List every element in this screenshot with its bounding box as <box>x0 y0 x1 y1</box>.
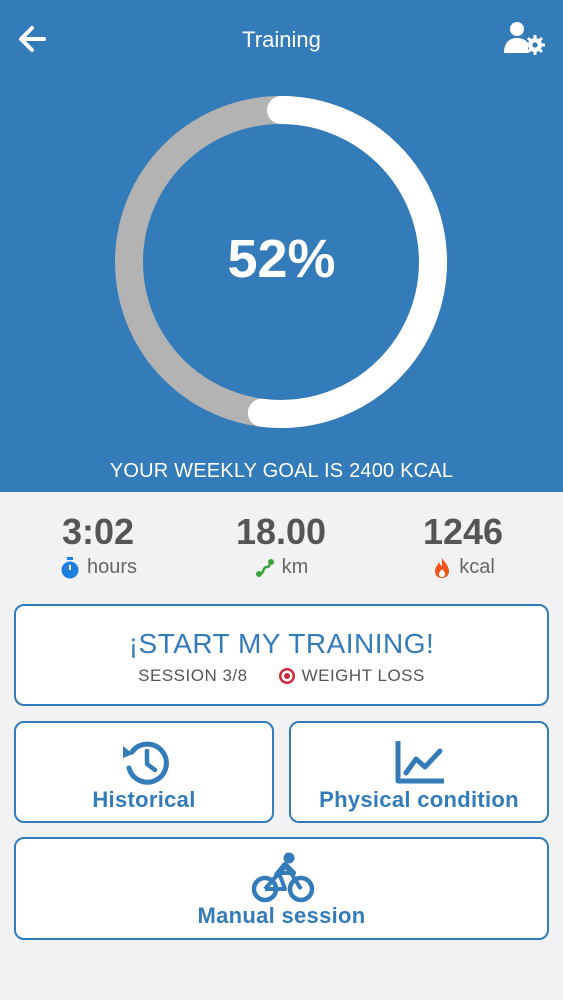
stat-distance-unit: km <box>281 556 309 578</box>
historical-label: Historical <box>92 787 196 812</box>
physical-condition-label: Physical condition <box>319 787 519 812</box>
stat-distance-value: 18.00 <box>235 511 327 552</box>
physical-condition-button[interactable]: Physical condition <box>289 721 549 823</box>
cyclist-icon <box>251 852 315 903</box>
line-chart-icon <box>395 741 444 784</box>
stat-hours-value: 3:02 <box>61 511 135 552</box>
stat-hours: 3:02 hours <box>8 510 188 579</box>
page-title: Training <box>242 27 321 52</box>
stat-hours-unit: hours <box>86 556 138 578</box>
progress-percent: 52% <box>227 229 336 289</box>
training-goal: WEIGHT LOSS <box>301 666 425 685</box>
header-panel: Training 52% YOUR WEEKLY GOAL IS 2400 KC… <box>0 0 563 492</box>
start-training-button[interactable]: ¡START MY TRAINING! SESSION 3/8 WEIGHT L… <box>14 604 549 706</box>
session-counter: SESSION 3/8 <box>138 666 248 685</box>
stopwatch-icon <box>61 556 79 578</box>
target-icon <box>278 668 295 684</box>
stat-distance: 18.00 km <box>191 510 371 579</box>
weekly-goal-text: YOUR WEEKLY GOAL IS 2400 KCAL <box>109 460 454 482</box>
stat-calories-value: 1246 <box>422 511 504 552</box>
history-icon <box>123 741 169 785</box>
manual-session-label: Manual session <box>197 903 366 928</box>
stat-calories-unit: kcal <box>459 556 495 578</box>
historical-button[interactable]: Historical <box>14 721 274 823</box>
manual-session-button[interactable]: Manual session <box>14 837 549 940</box>
flame-icon <box>435 557 450 578</box>
route-icon <box>255 558 274 577</box>
user-settings-icon <box>504 22 545 55</box>
profile-settings-button[interactable] <box>502 20 546 56</box>
stat-calories: 1246 kcal <box>373 510 553 579</box>
start-training-label: ¡START MY TRAINING! <box>128 628 435 659</box>
